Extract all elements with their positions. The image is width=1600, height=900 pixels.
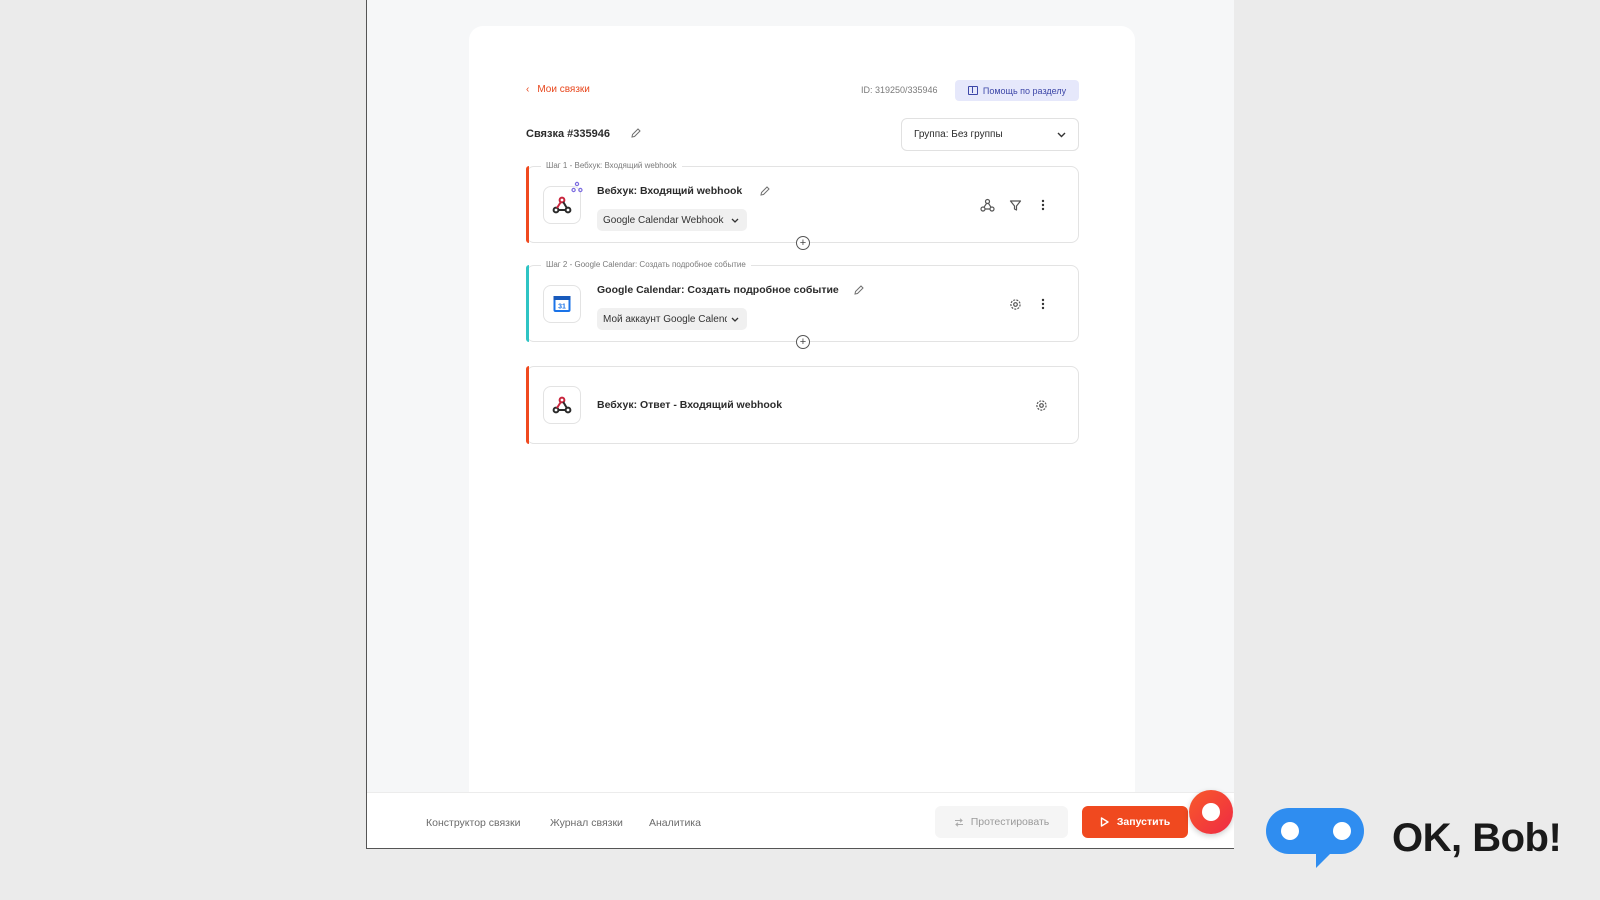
group-select-value: Группа: Без группы xyxy=(914,129,1003,140)
account-select-value: Google Calendar Webhook xyxy=(603,214,724,226)
step-accent-bar xyxy=(526,265,529,342)
link-editor-panel: ‹ Мои связки ID: 319250/335946 Помощь по… xyxy=(469,26,1135,806)
brand-text: OK, Bob! xyxy=(1392,815,1562,860)
edit-title-pencil-icon[interactable] xyxy=(630,127,642,139)
account-select-value: Мой аккаунт Google Calendar xyxy=(603,313,727,325)
account-select[interactable]: Мой аккаунт Google Calendar xyxy=(597,308,747,330)
step-name: Google Calendar: Создать подробное событ… xyxy=(597,284,839,296)
step-accent-bar xyxy=(526,166,529,243)
back-to-links-link[interactable]: ‹ Мои связки xyxy=(526,84,590,95)
step-3-card[interactable]: Вебхук: Ответ - Входящий webhook xyxy=(526,366,1079,444)
add-step-plus-icon[interactable]: + xyxy=(796,335,810,349)
step-1-card[interactable]: Шаг 1 - Вебхук: Входящий webhook Вебхук:… xyxy=(526,161,1079,250)
run-button[interactable]: Запустить xyxy=(1082,806,1188,838)
google-calendar-icon: 31 xyxy=(543,285,581,323)
app-window: ‹ Мои связки ID: 319250/335946 Помощь по… xyxy=(366,0,1234,849)
link-id: ID: 319250/335946 xyxy=(861,85,938,95)
chat-bubble-logo-icon xyxy=(1266,808,1364,868)
swap-arrows-icon xyxy=(954,817,963,827)
calendar-day-label: 31 xyxy=(558,304,566,311)
filter-icon[interactable] xyxy=(1007,197,1023,213)
gear-icon[interactable] xyxy=(1033,397,1049,413)
step-caption: Шаг 2 - Google Calendar: Создать подробн… xyxy=(541,260,751,269)
help-button-label: Помощь по разделу xyxy=(982,85,1067,96)
step-2-card[interactable]: Шаг 2 - Google Calendar: Создать подробн… xyxy=(526,260,1079,349)
brand-logo: OK, Bob! xyxy=(1266,808,1562,868)
gear-icon[interactable] xyxy=(1007,296,1023,312)
step-name: Вебхук: Входящий webhook xyxy=(597,185,743,197)
test-button-label: Протестировать xyxy=(970,816,1050,828)
chevron-down-icon xyxy=(731,218,739,223)
more-vertical-icon[interactable] xyxy=(1035,197,1051,213)
more-vertical-icon[interactable] xyxy=(1035,296,1051,312)
step-caption: Шаг 1 - Вебхук: Входящий webhook xyxy=(541,161,682,170)
step-name: Вебхук: Ответ - Входящий webhook xyxy=(597,399,783,411)
chevron-down-icon xyxy=(1057,132,1066,137)
back-link-label: Мои связки xyxy=(537,84,590,95)
tab-log[interactable]: Журнал связки xyxy=(550,817,623,829)
edit-step-pencil-icon[interactable] xyxy=(853,284,865,296)
account-select[interactable]: Google Calendar Webhook xyxy=(597,209,747,231)
book-icon xyxy=(967,86,978,95)
bottom-toolbar: Конструктор связки Журнал связки Аналити… xyxy=(367,792,1234,848)
play-icon xyxy=(1100,817,1109,827)
webhook-badge-icon xyxy=(571,181,583,193)
webhook-settings-icon[interactable] xyxy=(979,197,995,213)
edit-step-pencil-icon[interactable] xyxy=(759,185,771,197)
add-step-plus-icon[interactable]: + xyxy=(796,236,810,250)
tab-constructor[interactable]: Конструктор связки xyxy=(426,817,520,829)
webhook-icon xyxy=(543,386,581,424)
chevron-left-icon: ‹ xyxy=(526,84,530,95)
group-select[interactable]: Группа: Без группы xyxy=(901,118,1079,151)
step-accent-bar xyxy=(526,366,529,444)
run-button-label: Запустить xyxy=(1116,816,1171,828)
tab-analytics[interactable]: Аналитика xyxy=(649,817,701,829)
link-title: Связка #335946 xyxy=(526,128,610,140)
test-button[interactable]: Протестировать xyxy=(935,806,1068,838)
help-button[interactable]: Помощь по разделу xyxy=(955,80,1079,101)
chevron-down-icon xyxy=(731,317,739,322)
chat-icon xyxy=(1202,803,1220,821)
support-chat-button[interactable] xyxy=(1189,790,1233,834)
